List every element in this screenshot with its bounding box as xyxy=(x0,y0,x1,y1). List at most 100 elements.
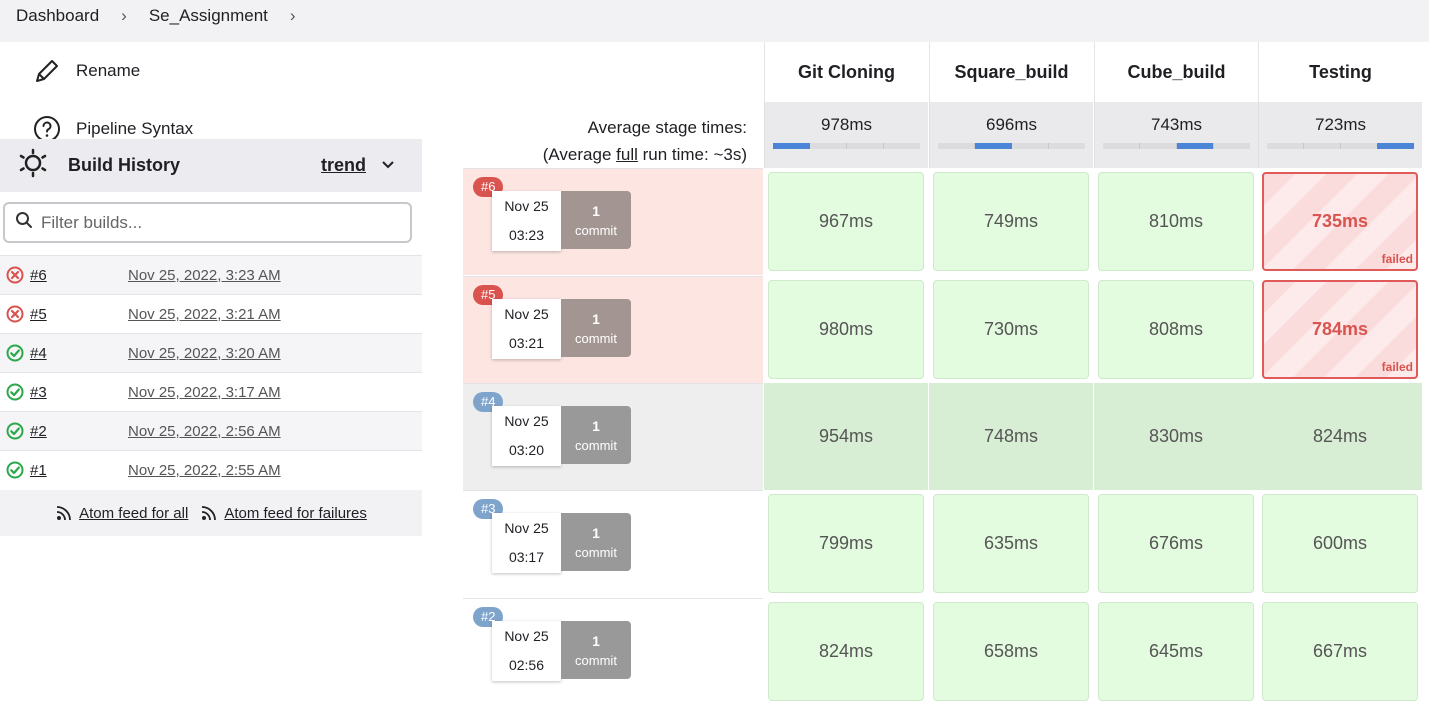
task-rename[interactable]: Rename xyxy=(0,42,422,100)
stage-duration: 645ms xyxy=(1148,641,1204,661)
run-commit-box[interactable]: 1 commit xyxy=(561,513,631,571)
atom-feed-all-link[interactable]: Atom feed for all xyxy=(55,504,188,522)
stage-cell[interactable]: 830ms xyxy=(1094,383,1258,490)
run-time: 03:23 xyxy=(508,227,545,243)
success-status-icon xyxy=(6,422,24,444)
stage-cell[interactable]: 600ms xyxy=(1262,494,1418,593)
stage-cell[interactable]: 667ms xyxy=(1262,602,1418,701)
stage-cell[interactable]: 954ms xyxy=(764,383,928,490)
stage-cell[interactable]: 635ms xyxy=(933,494,1089,593)
breadcrumb-dashboard[interactable]: Dashboard xyxy=(16,6,99,26)
run-date: Nov 25 xyxy=(504,628,549,644)
stage-duration: 600ms xyxy=(1312,533,1368,553)
full-run-link[interactable]: full xyxy=(616,145,638,164)
breadcrumb-job[interactable]: Se_Assignment xyxy=(149,6,268,26)
build-number-link[interactable]: #6 xyxy=(30,267,47,284)
stage-duration: 748ms xyxy=(983,426,1039,446)
run-row: #3 Nov 25 03:17 1 commit xyxy=(463,490,763,597)
build-number-link[interactable]: #3 xyxy=(30,384,47,401)
stage-cell[interactable]: 645ms xyxy=(1098,602,1254,701)
failed-status-icon xyxy=(6,305,24,327)
build-number-link[interactable]: #1 xyxy=(30,462,47,479)
run-commit-box[interactable]: 1 commit xyxy=(561,299,631,357)
commit-count: 1 xyxy=(592,311,600,327)
run-date-box: Nov 25 02:56 xyxy=(492,621,561,681)
commit-count: 1 xyxy=(592,525,600,541)
stage-average-time: 723ms xyxy=(1314,115,1367,134)
stage-cell[interactable]: 824ms xyxy=(768,602,924,701)
success-status-icon xyxy=(6,344,24,366)
commit-label: commit xyxy=(575,545,617,560)
atom-feed-failures-link[interactable]: Atom feed for failures xyxy=(200,504,367,522)
run-commit-box[interactable]: 1 commit xyxy=(561,191,631,249)
stage-average-bar-fill xyxy=(773,143,810,149)
run-date-box: Nov 25 03:23 xyxy=(492,191,561,251)
chevron-right-icon[interactable]: › xyxy=(121,6,127,26)
stage-cell[interactable]: 749ms xyxy=(933,172,1089,271)
run-date: Nov 25 xyxy=(504,520,549,536)
stage-cell-failed[interactable]: 735ms failed xyxy=(1262,172,1418,271)
run-date: Nov 25 xyxy=(504,413,549,429)
run-row: #2 Nov 25 02:56 1 commit xyxy=(463,598,763,705)
chevron-right-icon[interactable]: › xyxy=(290,6,296,26)
commit-label: commit xyxy=(575,438,617,453)
stage-duration: 749ms xyxy=(983,211,1039,231)
stage-cell[interactable]: 676ms xyxy=(1098,494,1254,593)
stage-header: Square_build xyxy=(929,42,1093,102)
filter-builds-input[interactable] xyxy=(41,212,381,233)
commit-count: 1 xyxy=(592,633,600,649)
stage-cell[interactable]: 810ms xyxy=(1098,172,1254,271)
run-commit-box[interactable]: 1 commit xyxy=(561,621,631,679)
run-time: 03:20 xyxy=(508,442,545,458)
stage-cell[interactable]: 799ms xyxy=(768,494,924,593)
chevron-down-icon[interactable] xyxy=(380,157,396,178)
atom-feed-all-label: Atom feed for all xyxy=(79,504,189,522)
run-date: Nov 25 xyxy=(504,198,549,214)
stage-cell[interactable]: 980ms xyxy=(768,280,924,379)
avg-label-line1: Average stage times: xyxy=(587,118,747,137)
stage-duration: 730ms xyxy=(983,319,1039,339)
stage-cell[interactable]: 730ms xyxy=(933,280,1089,379)
build-number-link[interactable]: #4 xyxy=(30,345,47,362)
stage-average-bar-fill xyxy=(1176,143,1214,149)
commit-label: commit xyxy=(575,223,617,238)
stage-average-cell: 723ms xyxy=(1258,102,1422,168)
build-date-link[interactable]: Nov 25, 2022, 2:55 AM xyxy=(128,462,281,479)
stage-cell[interactable]: 824ms xyxy=(1258,383,1422,490)
build-number-link[interactable]: #2 xyxy=(30,423,47,440)
search-icon xyxy=(15,211,33,234)
run-date-box: Nov 25 03:21 xyxy=(492,299,561,359)
stage-duration: 810ms xyxy=(1148,211,1204,231)
task-label: Rename xyxy=(76,61,141,80)
stage-average-bar xyxy=(773,143,920,149)
stage-duration: 954ms xyxy=(818,426,874,446)
stage-duration: 667ms xyxy=(1312,641,1368,661)
stage-cell-failed[interactable]: 784ms failed xyxy=(1262,280,1418,379)
stage-cell[interactable]: 748ms xyxy=(929,383,1093,490)
build-date-link[interactable]: Nov 25, 2022, 3:23 AM xyxy=(128,267,281,284)
stage-duration: 784ms xyxy=(1311,319,1369,339)
stage-header: Testing xyxy=(1258,42,1422,102)
build-date-link[interactable]: Nov 25, 2022, 3:17 AM xyxy=(128,384,281,401)
run-time: 03:17 xyxy=(508,549,545,565)
rss-icon xyxy=(56,506,71,521)
stage-average-time: 978ms xyxy=(820,115,873,134)
run-commit-box[interactable]: 1 commit xyxy=(561,406,631,464)
build-row: #6 Nov 25, 2022, 3:23 AM xyxy=(0,255,422,294)
stage-duration: 808ms xyxy=(1148,319,1204,339)
stage-cell[interactable]: 658ms xyxy=(933,602,1089,701)
trend-link[interactable]: trend xyxy=(321,155,366,176)
build-number-link[interactable]: #5 xyxy=(30,306,47,323)
build-date-link[interactable]: Nov 25, 2022, 3:20 AM xyxy=(128,345,281,362)
stage-cell[interactable]: 967ms xyxy=(768,172,924,271)
stage-cell[interactable]: 808ms xyxy=(1098,280,1254,379)
build-row: #2 Nov 25, 2022, 2:56 AM xyxy=(0,411,422,450)
avg-suffix: run time: ~3s) xyxy=(637,145,747,164)
build-date-link[interactable]: Nov 25, 2022, 2:56 AM xyxy=(128,423,281,440)
build-date-link[interactable]: Nov 25, 2022, 3:21 AM xyxy=(128,306,281,323)
pencil-icon xyxy=(32,56,62,86)
stage-duration: 824ms xyxy=(1312,426,1368,446)
stage-duration: 967ms xyxy=(818,211,874,231)
run-date-box: Nov 25 03:20 xyxy=(492,406,561,466)
stage-average-cell: 696ms xyxy=(929,102,1093,168)
